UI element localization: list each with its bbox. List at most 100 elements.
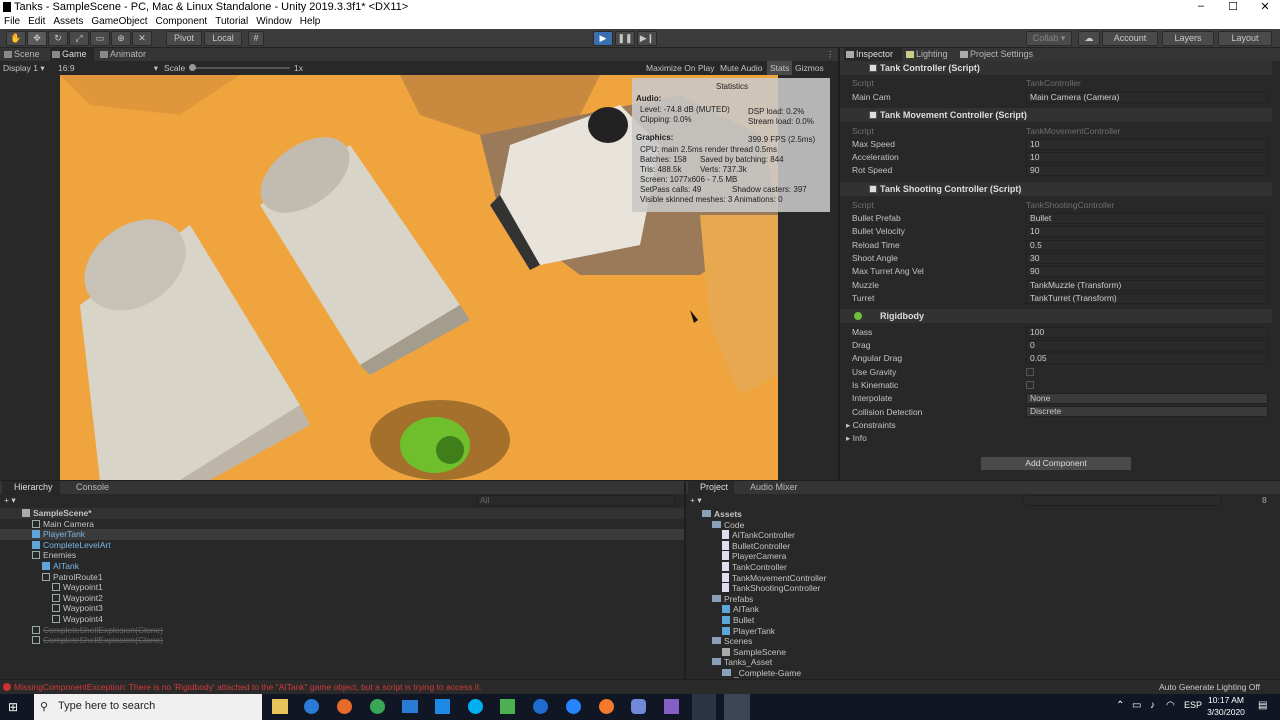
project-item[interactable]: Prefabs <box>686 594 1280 605</box>
menu-gameobject[interactable]: GameObject <box>87 15 151 29</box>
project-item[interactable]: Bullet <box>686 615 1280 626</box>
rect-tool-icon[interactable]: ▭ <box>90 31 110 46</box>
turret-field[interactable]: TankTurret (Transform) <box>1026 293 1268 304</box>
tab-lighting[interactable]: Lighting <box>904 48 956 61</box>
discord-icon[interactable] <box>631 699 646 714</box>
mail-icon[interactable] <box>402 700 418 713</box>
tab-audio-mixer[interactable]: Audio Mixer <box>738 481 808 494</box>
hierarchy-item[interactable]: CompleteShellExplosion(Clone) <box>0 625 684 636</box>
menu-component[interactable]: Component <box>152 15 212 29</box>
hierarchy-search-input[interactable]: All <box>476 495 676 506</box>
network-icon[interactable]: ▭ <box>1132 700 1141 711</box>
max-speed-field[interactable]: 10 <box>1026 139 1268 150</box>
shoot-angle-field[interactable]: 30 <box>1026 253 1268 264</box>
start-windows-icon[interactable]: ⊞ <box>8 700 22 714</box>
unity-hub-icon[interactable] <box>533 699 548 714</box>
project-item[interactable]: Tanks_Asset <box>686 657 1280 668</box>
shooting-script-value[interactable]: TankShootingController <box>1026 199 1114 212</box>
tab-hierarchy[interactable]: Hierarchy <box>2 481 60 494</box>
tab-game[interactable]: Game <box>50 48 94 61</box>
unity-taskbar-icon[interactable] <box>692 694 716 720</box>
project-item[interactable]: AITank <box>686 604 1280 615</box>
chrome-icon[interactable] <box>370 699 385 714</box>
maximize-button[interactable]: ☐ <box>1218 0 1248 13</box>
wifi-icon[interactable]: ◠ <box>1166 700 1175 711</box>
volume-icon[interactable]: ♪ <box>1150 700 1155 711</box>
bullet-velocity-field[interactable]: 10 <box>1026 226 1268 237</box>
acceleration-field[interactable]: 10 <box>1026 152 1268 163</box>
firefox-icon[interactable] <box>337 699 352 714</box>
use-gravity-checkbox[interactable] <box>1026 368 1034 376</box>
project-item[interactable]: _Complete-Game <box>686 668 1280 679</box>
tank-controller-header[interactable]: Tank Controller (Script) <box>840 61 1272 75</box>
pivot-button[interactable]: Pivot <box>166 31 202 46</box>
stats-toggle[interactable]: Stats <box>767 61 793 75</box>
layers-dropdown[interactable]: Layers <box>1162 31 1214 46</box>
cloud-icon[interactable]: ☁ <box>1078 31 1100 46</box>
menu-edit[interactable]: Edit <box>24 15 49 29</box>
hierarchy-item[interactable]: Waypoint4 <box>0 614 684 625</box>
rot-speed-field[interactable]: 90 <box>1026 165 1268 176</box>
panel-menu-icon[interactable]: ⋮ <box>826 49 835 60</box>
movement-enabled-checkbox[interactable] <box>869 111 877 119</box>
tank-controller-script-value[interactable]: TankController <box>1026 77 1081 90</box>
tab-project[interactable]: Project <box>688 481 734 494</box>
hierarchy-item[interactable]: CompleteLevelArt <box>0 540 684 551</box>
mute-audio-toggle[interactable]: Mute Audio <box>720 63 763 73</box>
hierarchy-item[interactable]: PlayerTank <box>0 529 684 540</box>
tab-console[interactable]: Console <box>64 481 114 494</box>
project-item[interactable]: SampleScene <box>686 647 1280 658</box>
taskbar-time[interactable]: 10:17 AM <box>1206 695 1246 705</box>
tab-scene[interactable]: Scene <box>2 48 48 61</box>
minimize-button[interactable]: – <box>1186 0 1216 12</box>
bullet-prefab-field[interactable]: Bullet <box>1026 213 1268 224</box>
hierarchy-item[interactable]: AITank <box>0 561 684 572</box>
muzzle-field[interactable]: TankMuzzle (Transform) <box>1026 280 1268 291</box>
shooting-controller-header[interactable]: Tank Shooting Controller (Script) <box>840 182 1272 196</box>
movement-controller-header[interactable]: Tank Movement Controller (Script) <box>840 108 1272 122</box>
hand-tool-icon[interactable]: ✋ <box>6 31 26 46</box>
info-foldout[interactable]: ▸ Info <box>846 432 867 445</box>
reload-time-field[interactable]: 0.5 <box>1026 240 1268 251</box>
custom-tool-icon[interactable]: ✕ <box>132 31 152 46</box>
unity-editor-taskbar-icon[interactable] <box>724 694 750 720</box>
display-dropdown[interactable]: Display 1 ▾ <box>3 63 45 74</box>
menu-tutorial[interactable]: Tutorial <box>211 15 252 29</box>
transform-tool-icon[interactable]: ⊕ <box>111 31 131 46</box>
collision-detection-dropdown[interactable]: Discrete <box>1026 406 1268 417</box>
rigidbody-header[interactable]: Rigidbody <box>840 309 1272 323</box>
project-item[interactable]: TankController <box>686 561 1280 573</box>
scale-slider[interactable] <box>190 67 290 69</box>
interpolate-dropdown[interactable]: None <box>1026 393 1268 404</box>
account-dropdown[interactable]: Account <box>1102 31 1158 46</box>
menu-file[interactable]: File <box>0 15 24 29</box>
gizmos-dropdown[interactable]: Gizmos <box>795 63 824 73</box>
step-button[interactable]: ▶❙ <box>637 31 657 46</box>
move-tool-icon[interactable]: ✥ <box>27 31 47 46</box>
shooting-enabled-checkbox[interactable] <box>869 185 877 193</box>
create-button[interactable]: + ▾ <box>4 495 16 506</box>
menu-assets[interactable]: Assets <box>49 15 87 29</box>
project-item[interactable]: BulletController <box>686 540 1280 552</box>
hierarchy-item[interactable]: Enemies <box>0 550 684 561</box>
tab-animator[interactable]: Animator <box>98 48 156 61</box>
tab-inspector[interactable]: Inspector <box>844 48 902 61</box>
menu-window[interactable]: Window <box>252 15 296 29</box>
main-cam-field[interactable]: Main Camera (Camera) <box>1026 92 1268 103</box>
blender-icon[interactable] <box>599 699 614 714</box>
local-button[interactable]: Local <box>204 31 242 46</box>
mass-field[interactable]: 100 <box>1026 327 1268 338</box>
grid-snap-icon[interactable]: # <box>248 31 264 46</box>
hierarchy-item[interactable]: CompleteShellExplosion(Clone) <box>0 635 684 646</box>
tab-project-settings[interactable]: Project Settings <box>958 48 1038 61</box>
max-turret-ang-vel-field[interactable]: 90 <box>1026 266 1268 277</box>
notepad-icon[interactable] <box>500 699 515 714</box>
skype-icon[interactable] <box>468 699 483 714</box>
menu-help[interactable]: Help <box>296 15 325 29</box>
drag-field[interactable]: 0 <box>1026 340 1268 351</box>
hierarchy-item[interactable]: Waypoint2 <box>0 593 684 604</box>
project-create-button[interactable]: + ▾ <box>690 495 702 506</box>
layout-dropdown[interactable]: Layout <box>1218 31 1272 46</box>
taskbar-search[interactable]: ⚲ Type here to search <box>34 694 262 720</box>
visual-studio-icon[interactable] <box>664 699 679 714</box>
